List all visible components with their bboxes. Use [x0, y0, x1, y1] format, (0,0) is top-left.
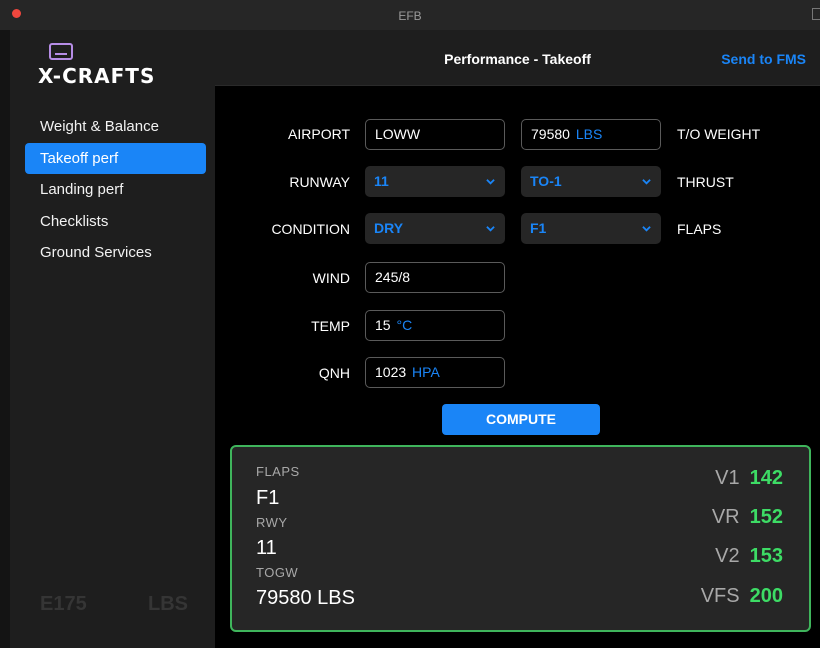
compute-button[interactable]: COMPUTE	[442, 404, 600, 435]
thrust-select[interactable]: TO-1	[521, 166, 661, 197]
result-togw-value: 79580 LBS	[256, 587, 355, 609]
condition-value: DRY	[374, 220, 404, 236]
weight-units: LBS	[148, 593, 188, 615]
runway-label: RUNWAY	[289, 174, 350, 190]
sidebar-item-weight-balance[interactable]: Weight & Balance	[25, 111, 206, 143]
vr-speed: VR 152	[712, 506, 783, 532]
window-resize-icon[interactable]	[812, 8, 820, 20]
window-titlebar: EFB	[0, 0, 820, 30]
wind-label: WIND	[312, 270, 350, 286]
result-flaps-value: F1	[256, 487, 280, 509]
runway-select[interactable]: 11	[365, 166, 505, 197]
v1-speed: V1 142	[715, 467, 783, 493]
temp-label: TEMP	[311, 318, 350, 334]
vfs-value: 200	[749, 585, 783, 607]
sidebar-item-landing-perf[interactable]: Landing perf	[25, 174, 206, 206]
v1-value: 142	[749, 467, 783, 489]
qnh-value: 1023	[375, 364, 407, 380]
chevron-down-icon	[486, 179, 495, 185]
airport-value: LOWW	[375, 126, 421, 142]
result-rwy-value: 11	[256, 537, 277, 559]
sidebar-nav: Weight & Balance Takeoff perf Landing pe…	[25, 111, 206, 269]
result-flaps-label: FLAPS	[256, 464, 300, 479]
window-edge	[0, 30, 10, 648]
temp-unit: °C	[396, 317, 413, 333]
flaps-select[interactable]: F1	[521, 213, 661, 244]
qnh-label: QNH	[318, 365, 350, 381]
app-logo: X-CRAFTS	[10, 40, 215, 88]
vfs-label: VFS	[700, 585, 740, 607]
page-header: Performance - Takeoff Send to FMS	[215, 30, 820, 86]
sidebar-item-checklists[interactable]: Checklists	[25, 206, 206, 238]
chevron-down-icon	[642, 226, 651, 232]
temp-input[interactable]: 15 °C	[365, 310, 505, 341]
logo-text: X-CRAFTS	[38, 64, 156, 88]
vr-value: 152	[749, 506, 783, 528]
aircraft-type: E175	[40, 593, 87, 615]
v2-speed: V2 153	[715, 545, 783, 571]
result-togw-label: TOGW	[256, 565, 299, 580]
v2-label: V2	[715, 545, 740, 567]
temp-value: 15	[375, 317, 391, 333]
airport-input[interactable]: LOWW	[365, 119, 505, 150]
flaps-label: FLAPS	[677, 221, 722, 237]
window-title: EFB	[398, 9, 422, 23]
qnh-input[interactable]: 1023 HPA	[365, 357, 505, 388]
thrust-label: THRUST	[677, 174, 734, 190]
thrust-value: TO-1	[530, 173, 562, 189]
flaps-value: F1	[530, 220, 547, 236]
condition-label: CONDITION	[271, 221, 350, 237]
vr-label: VR	[711, 506, 740, 528]
vfs-speed: VFS 200	[701, 585, 783, 611]
takeoff-result-card: FLAPS F1 RWY 11 TOGW 79580 LBS V1 142 VR 1…	[230, 445, 811, 632]
chevron-down-icon	[486, 226, 495, 232]
qnh-unit: HPA	[412, 364, 440, 380]
wind-input[interactable]: 245/8	[365, 262, 505, 293]
sidebar-item-ground-services[interactable]: Ground Services	[25, 237, 206, 269]
sidebar: X-CRAFTS Weight & Balance Takeoff perf L…	[10, 30, 215, 648]
takeoff-weight-value: 79580	[531, 126, 570, 142]
takeoff-weight-input[interactable]: 79580 LBS	[521, 119, 661, 150]
send-to-fms-button[interactable]: Send to FMS	[721, 30, 806, 88]
takeoff-weight-label: T/O WEIGHT	[677, 126, 761, 142]
result-rwy-label: RWY	[256, 515, 288, 530]
airport-label: AIRPORT	[288, 126, 350, 142]
tablet-logo-icon	[49, 43, 73, 60]
chevron-down-icon	[642, 179, 651, 185]
condition-select[interactable]: DRY	[365, 213, 505, 244]
takeoff-weight-unit: LBS	[575, 126, 603, 142]
sidebar-item-takeoff-perf[interactable]: Takeoff perf	[25, 142, 206, 174]
v1-label: V1	[715, 467, 740, 489]
runway-value: 11	[374, 173, 389, 189]
wind-value: 245/8	[375, 269, 411, 285]
v2-value: 153	[749, 545, 783, 567]
